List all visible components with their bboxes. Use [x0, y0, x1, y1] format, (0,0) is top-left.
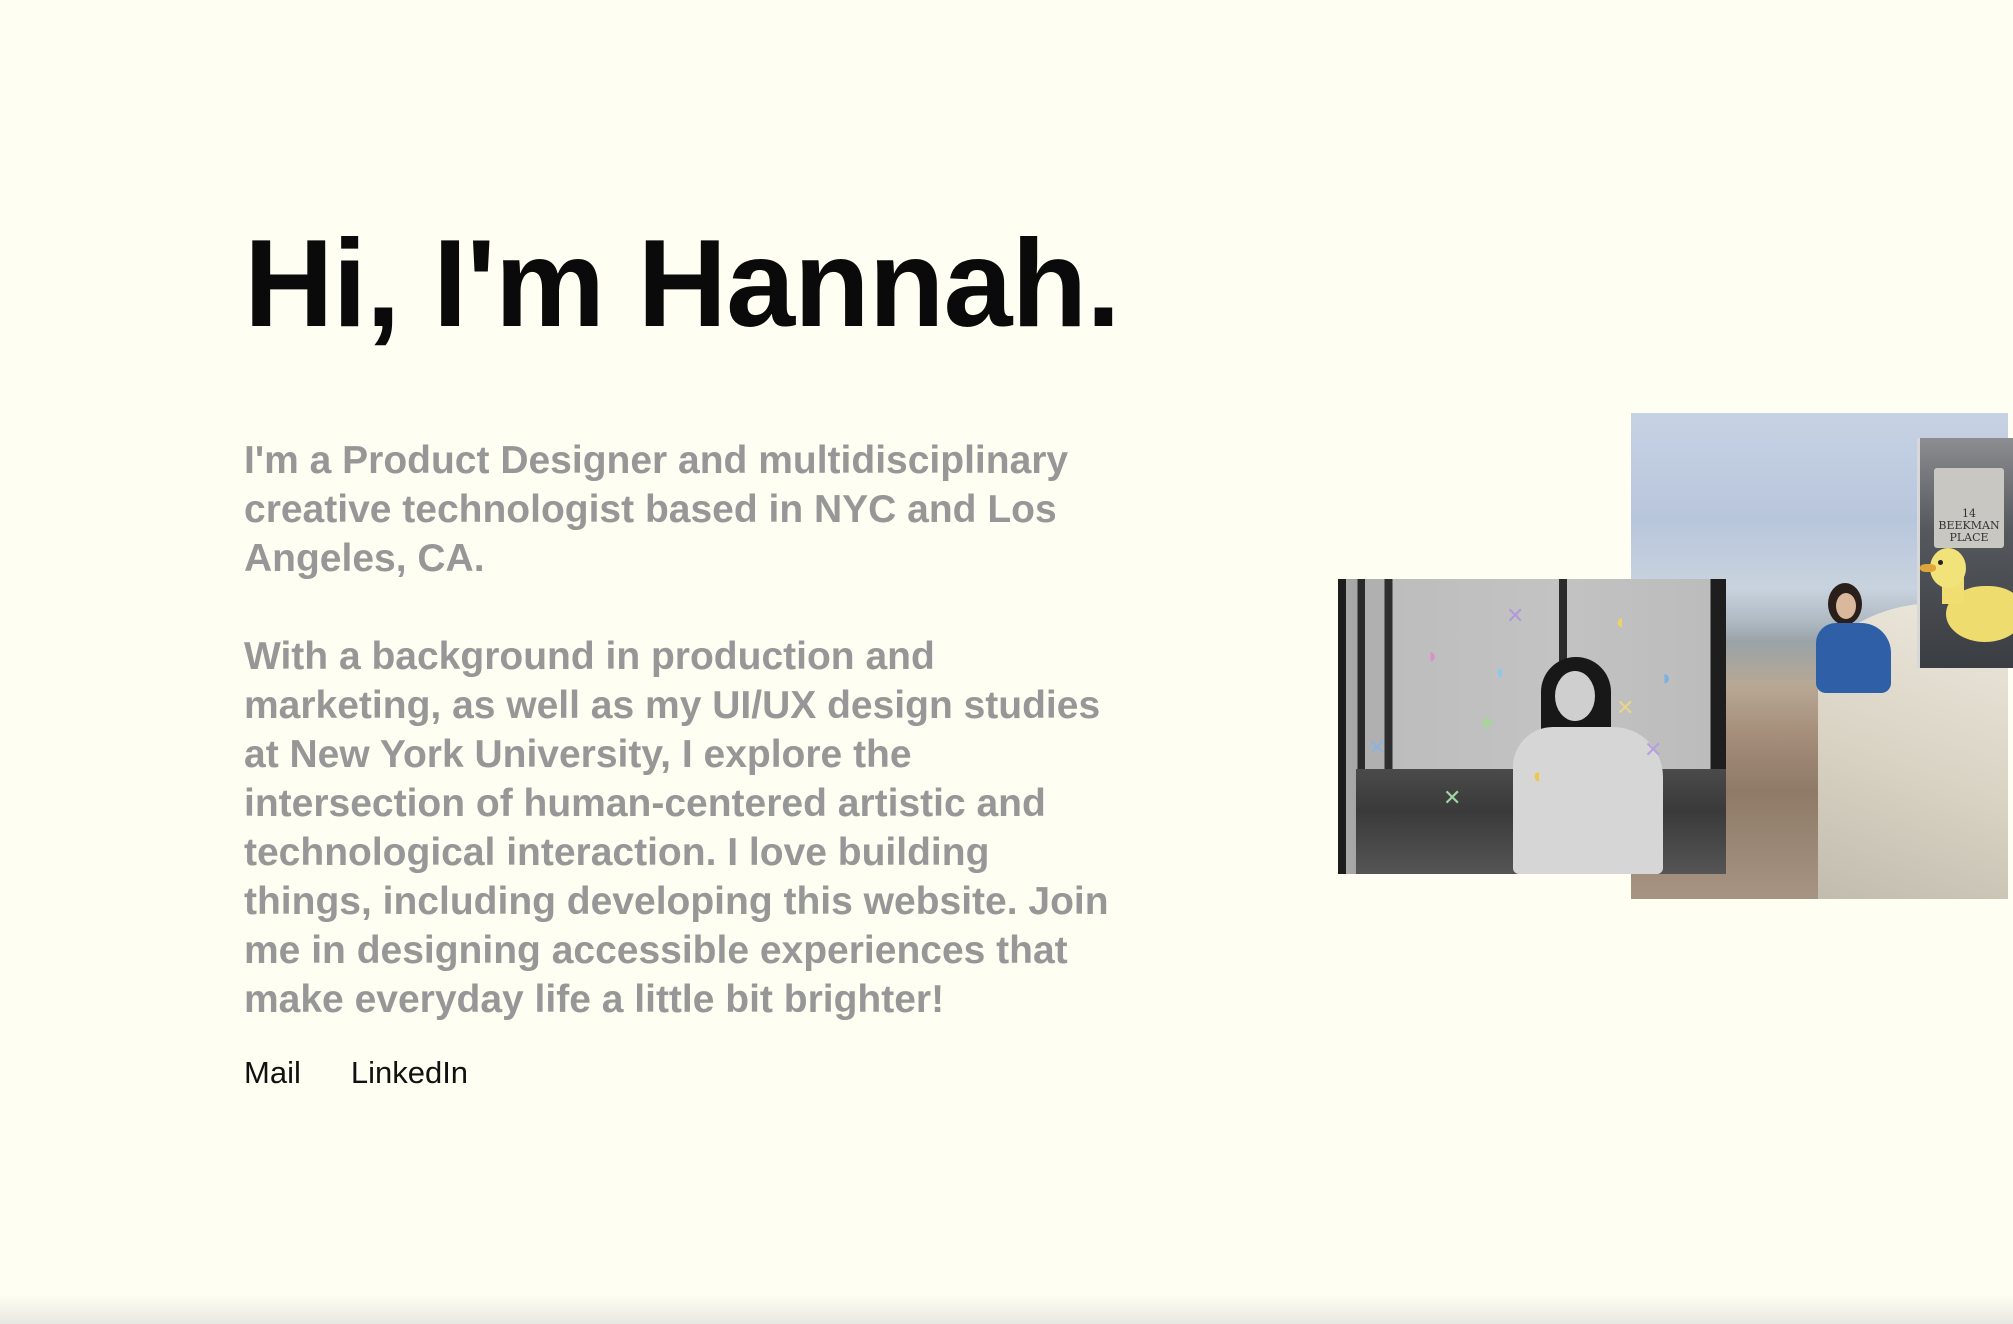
mail-link[interactable]: Mail — [244, 1055, 301, 1091]
sparkle-icon: ✕ — [1443, 785, 1462, 810]
page-title: Hi, I'm Hannah. — [244, 215, 1121, 353]
duck-sign-photo: 14 BEEKMAN PLACE — [1917, 438, 2013, 668]
sparkle-icon: ◖ — [1530, 763, 1544, 788]
rooftop-person-figure — [1806, 583, 1901, 723]
bio-intro-paragraph: I'm a Product Designer and multidiscipli… — [244, 439, 1069, 580]
bottom-fade — [0, 1294, 2013, 1324]
sparkle-icon: ✦ — [1478, 711, 1497, 736]
sparkle-icon: ✕ — [1644, 737, 1663, 762]
building-sign-text: 14 BEEKMAN PLACE — [1938, 507, 2000, 544]
sparkle-icon: ✕ — [1616, 695, 1635, 720]
sparkle-icon: ✕ — [1506, 603, 1525, 628]
sparkle-icon: ◖ — [1493, 659, 1507, 684]
bio-background-paragraph: With a background in production and mark… — [244, 635, 1109, 1021]
bench-portrait-photo: ✕ ◖ ◗ ◖ ◗ ✕ ✦ ✕ ✕ ◖ ✕ — [1338, 579, 1726, 874]
building-sign: 14 BEEKMAN PLACE — [1934, 468, 2004, 548]
sparkle-icon: ◗ — [1660, 665, 1674, 690]
linkedin-link[interactable]: LinkedIn — [351, 1055, 468, 1091]
sparkle-icon: ◗ — [1426, 643, 1440, 668]
duck-figure — [1920, 548, 2013, 648]
sparkle-icon: ◖ — [1613, 609, 1627, 634]
contact-links: Mail LinkedIn — [244, 1055, 468, 1091]
sparkle-icon: ✕ — [1368, 735, 1387, 760]
